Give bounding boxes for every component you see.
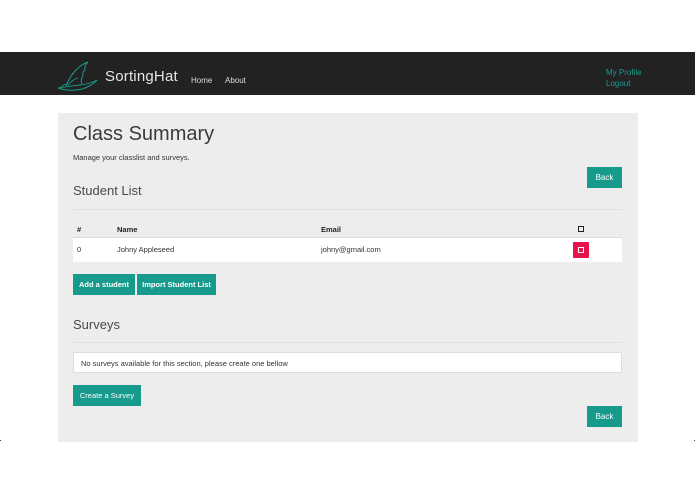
page-title: Class Summary [73,123,215,145]
section-divider [73,209,622,210]
logout-link[interactable]: Logout [606,79,630,88]
delete-icon [578,247,584,253]
student-table: # Name Email 0 Johny Appleseed johny@gma… [73,217,622,262]
nav-home-link[interactable]: Home [191,76,212,85]
import-student-list-button[interactable]: Import Student List [137,274,216,295]
student-name: Johny Appleseed [117,245,175,254]
column-header-email: Email [321,225,342,234]
student-number: 0 [77,245,82,254]
table-row: 0 Johny Appleseed johny@gmail.com [73,238,622,262]
edge-mark [0,440,1,441]
table-header-row: # Name Email [73,217,622,238]
hat-logo-icon[interactable] [56,56,100,92]
student-list-title: Student List [73,183,142,198]
back-button-top[interactable]: Back [587,167,622,188]
surveys-empty-box: No surveys available for this section, p… [73,352,622,373]
delete-student-button[interactable] [573,242,589,258]
add-student-button[interactable]: Add a student [73,274,135,295]
page: SortingHat Home About My Profile Logout … [0,0,695,494]
student-email: johny@gmail.com [321,245,381,254]
section-divider [73,342,622,343]
column-header-number: # [77,225,82,234]
page-subtitle: Manage your classlist and surveys. [73,153,190,162]
create-survey-button[interactable]: Create a Survey [73,385,141,406]
brand-name[interactable]: SortingHat [105,68,178,85]
column-header-name: Name [117,225,138,234]
back-button-bottom[interactable]: Back [587,406,622,427]
my-profile-link[interactable]: My Profile [606,68,642,77]
top-navbar: SortingHat Home About [0,52,695,95]
nav-about-link[interactable]: About [225,76,246,85]
class-summary-panel: Class Summary Manage your classlist and … [58,113,638,442]
surveys-title: Surveys [73,317,120,332]
checkbox-icon[interactable] [578,226,584,232]
surveys-empty-message: No surveys available for this section, p… [81,359,288,368]
